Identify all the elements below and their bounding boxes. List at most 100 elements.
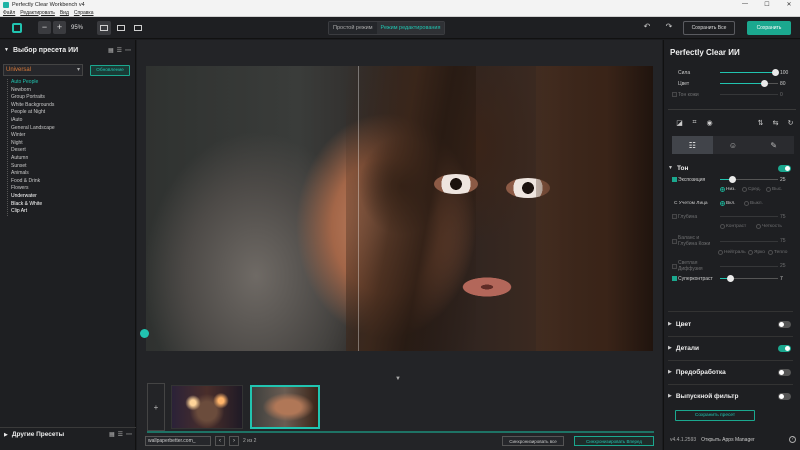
side-by-side-button[interactable] [114,21,128,35]
light-diffusion-slider[interactable] [720,265,778,267]
color-value[interactable]: 80 [780,81,786,87]
close-button[interactable]: ✕ [778,1,800,8]
supercontrast-slider[interactable] [720,275,778,282]
preset-item[interactable]: People at Night [11,109,135,117]
color-slider[interactable] [720,80,778,87]
preprocessing-section-header[interactable]: ▶ Предобработка [668,366,800,378]
preset-item[interactable]: Sunset [11,163,135,171]
refresh-button[interactable]: Обновление [90,64,130,76]
preset-item[interactable]: Desert [11,147,135,155]
next-image-button[interactable]: › [229,436,239,446]
exposure-slider[interactable] [720,176,778,183]
before-after-split-line[interactable] [358,66,359,351]
preset-item[interactable]: Food & Drink [11,178,135,186]
preprocessing-section-toggle[interactable] [778,369,791,376]
skin-balance-value[interactable]: 75 [780,238,786,244]
flip-horizontal-icon[interactable]: ⇆ [768,119,783,127]
depth-slider[interactable] [720,216,778,217]
depth-contrast-radio[interactable]: Контраст [720,224,746,229]
menu-file[interactable]: Файл [3,10,15,16]
auto-adjust-icon[interactable]: ◪ [672,119,687,127]
add-image-button[interactable]: + [147,383,165,431]
list-view-icon[interactable]: ☰ [118,431,123,438]
preset-item[interactable]: Autumn [11,155,135,163]
color-section-header[interactable]: ▶ Цвет [668,318,800,330]
face-aware-off-radio[interactable]: Выкл. [744,201,763,206]
supercontrast-slider-knob[interactable] [727,275,735,282]
preset-item[interactable]: iAuto [11,117,135,125]
graduated-filter-section-toggle[interactable] [778,393,791,400]
edit-mode-tab[interactable]: Режим редактирования [376,22,445,34]
zoom-level[interactable]: 95% [71,25,83,31]
simple-mode-tab[interactable]: Простой режим [329,22,377,34]
single-view-button[interactable] [97,20,112,35]
prev-image-button[interactable]: ‹ [215,436,225,446]
preset-item[interactable]: Animals [11,170,135,178]
tab-portrait-icon[interactable]: ☺ [712,136,754,154]
preset-item[interactable]: Night [11,140,135,148]
redeye-icon[interactable]: ◉ [702,119,717,127]
menu-help[interactable]: Справка [74,10,94,16]
preset-item[interactable]: Newborn [11,87,135,95]
redo-icon[interactable]: ↷ [658,22,680,31]
preset-item[interactable]: Group Portraits [11,94,135,102]
preset-item[interactable]: Clip Art [11,208,135,216]
flip-vertical-icon[interactable]: ⇅ [753,119,768,127]
skin-bright-radio[interactable]: Ярко [748,250,765,255]
sync-all-button[interactable]: Синхронизировать все [502,436,564,446]
file-name-dropdown[interactable]: wallpaperbetter.com_ [145,436,211,446]
crop-icon[interactable]: ⌗ [687,119,702,127]
list-view-icon[interactable]: ☰ [117,47,122,54]
skin-tone-slider[interactable] [720,94,778,95]
exposure-checkbox[interactable] [672,177,677,182]
depth-checkbox[interactable] [672,214,677,219]
depth-clarity-radio[interactable]: Четкость [756,224,782,229]
rotate-icon[interactable]: ↻ [783,119,798,127]
supercontrast-checkbox[interactable] [672,276,677,281]
exposure-slider-knob[interactable] [728,176,736,183]
depth-value[interactable]: 75 [780,214,786,220]
menu-edit[interactable]: Редактировать [20,10,55,16]
details-section-toggle[interactable] [778,345,791,352]
split-handle-icon[interactable] [140,329,149,338]
skin-balance-slider[interactable] [720,240,778,242]
face-aware-on-radio[interactable]: Вкл. [720,201,735,206]
strength-slider-knob[interactable] [772,69,780,76]
tab-adjust-sliders-icon[interactable]: ☷ [672,136,713,154]
skin-warm-radio[interactable]: Тепло [768,250,787,255]
color-section-toggle[interactable] [778,321,791,328]
save-button[interactable]: Сохранить [747,21,791,35]
undo-icon[interactable]: ↶ [636,22,658,31]
thumbnail[interactable] [171,385,243,429]
tone-toggle[interactable] [778,165,791,172]
tone-section-header[interactable]: ▼ Тон [668,162,800,174]
skin-neutral-radio[interactable]: Нейтраль [718,250,746,255]
help-icon[interactable]: ? [789,436,796,443]
grid-view-icon[interactable]: ▦ [108,47,114,54]
zoom-in-button[interactable]: + [53,21,66,34]
preset-item[interactable]: Winter [11,132,135,140]
strength-value[interactable]: 100 [780,70,788,76]
light-diffusion-checkbox[interactable] [672,263,677,269]
skin-tone-value[interactable]: 0 [780,92,783,98]
exposure-value[interactable]: 25 [780,177,786,183]
minimize-button[interactable]: — [734,1,756,8]
color-slider-knob[interactable] [761,80,769,87]
zoom-out-button[interactable]: − [38,21,51,34]
details-section-header[interactable]: ▶ Детали [668,342,800,354]
other-presets-header[interactable]: ▶ Другие Пресеты ▦ ☰ ⋯ [0,427,136,441]
preset-item[interactable]: White Backgrounds [11,102,135,110]
exposure-mid-radio[interactable]: Сред. [742,187,761,192]
thumbnail-selected[interactable] [250,385,320,429]
save-all-button[interactable]: Сохранить Все [683,21,735,35]
skin-balance-checkbox[interactable] [672,238,677,244]
supercontrast-value[interactable]: 7 [780,276,783,282]
preset-item[interactable]: Auto People [11,79,135,87]
grid-view-icon[interactable]: ▦ [109,431,115,438]
maximize-button[interactable]: ☐ [756,1,778,8]
exposure-high-radio[interactable]: Выс. [766,187,782,192]
filmstrip-collapse-icon[interactable]: ▼ [395,376,401,382]
more-options-icon[interactable]: ⋯ [126,431,132,438]
photo-preview[interactable] [146,66,653,351]
collapse-caret-icon[interactable]: ▼ [4,47,9,53]
